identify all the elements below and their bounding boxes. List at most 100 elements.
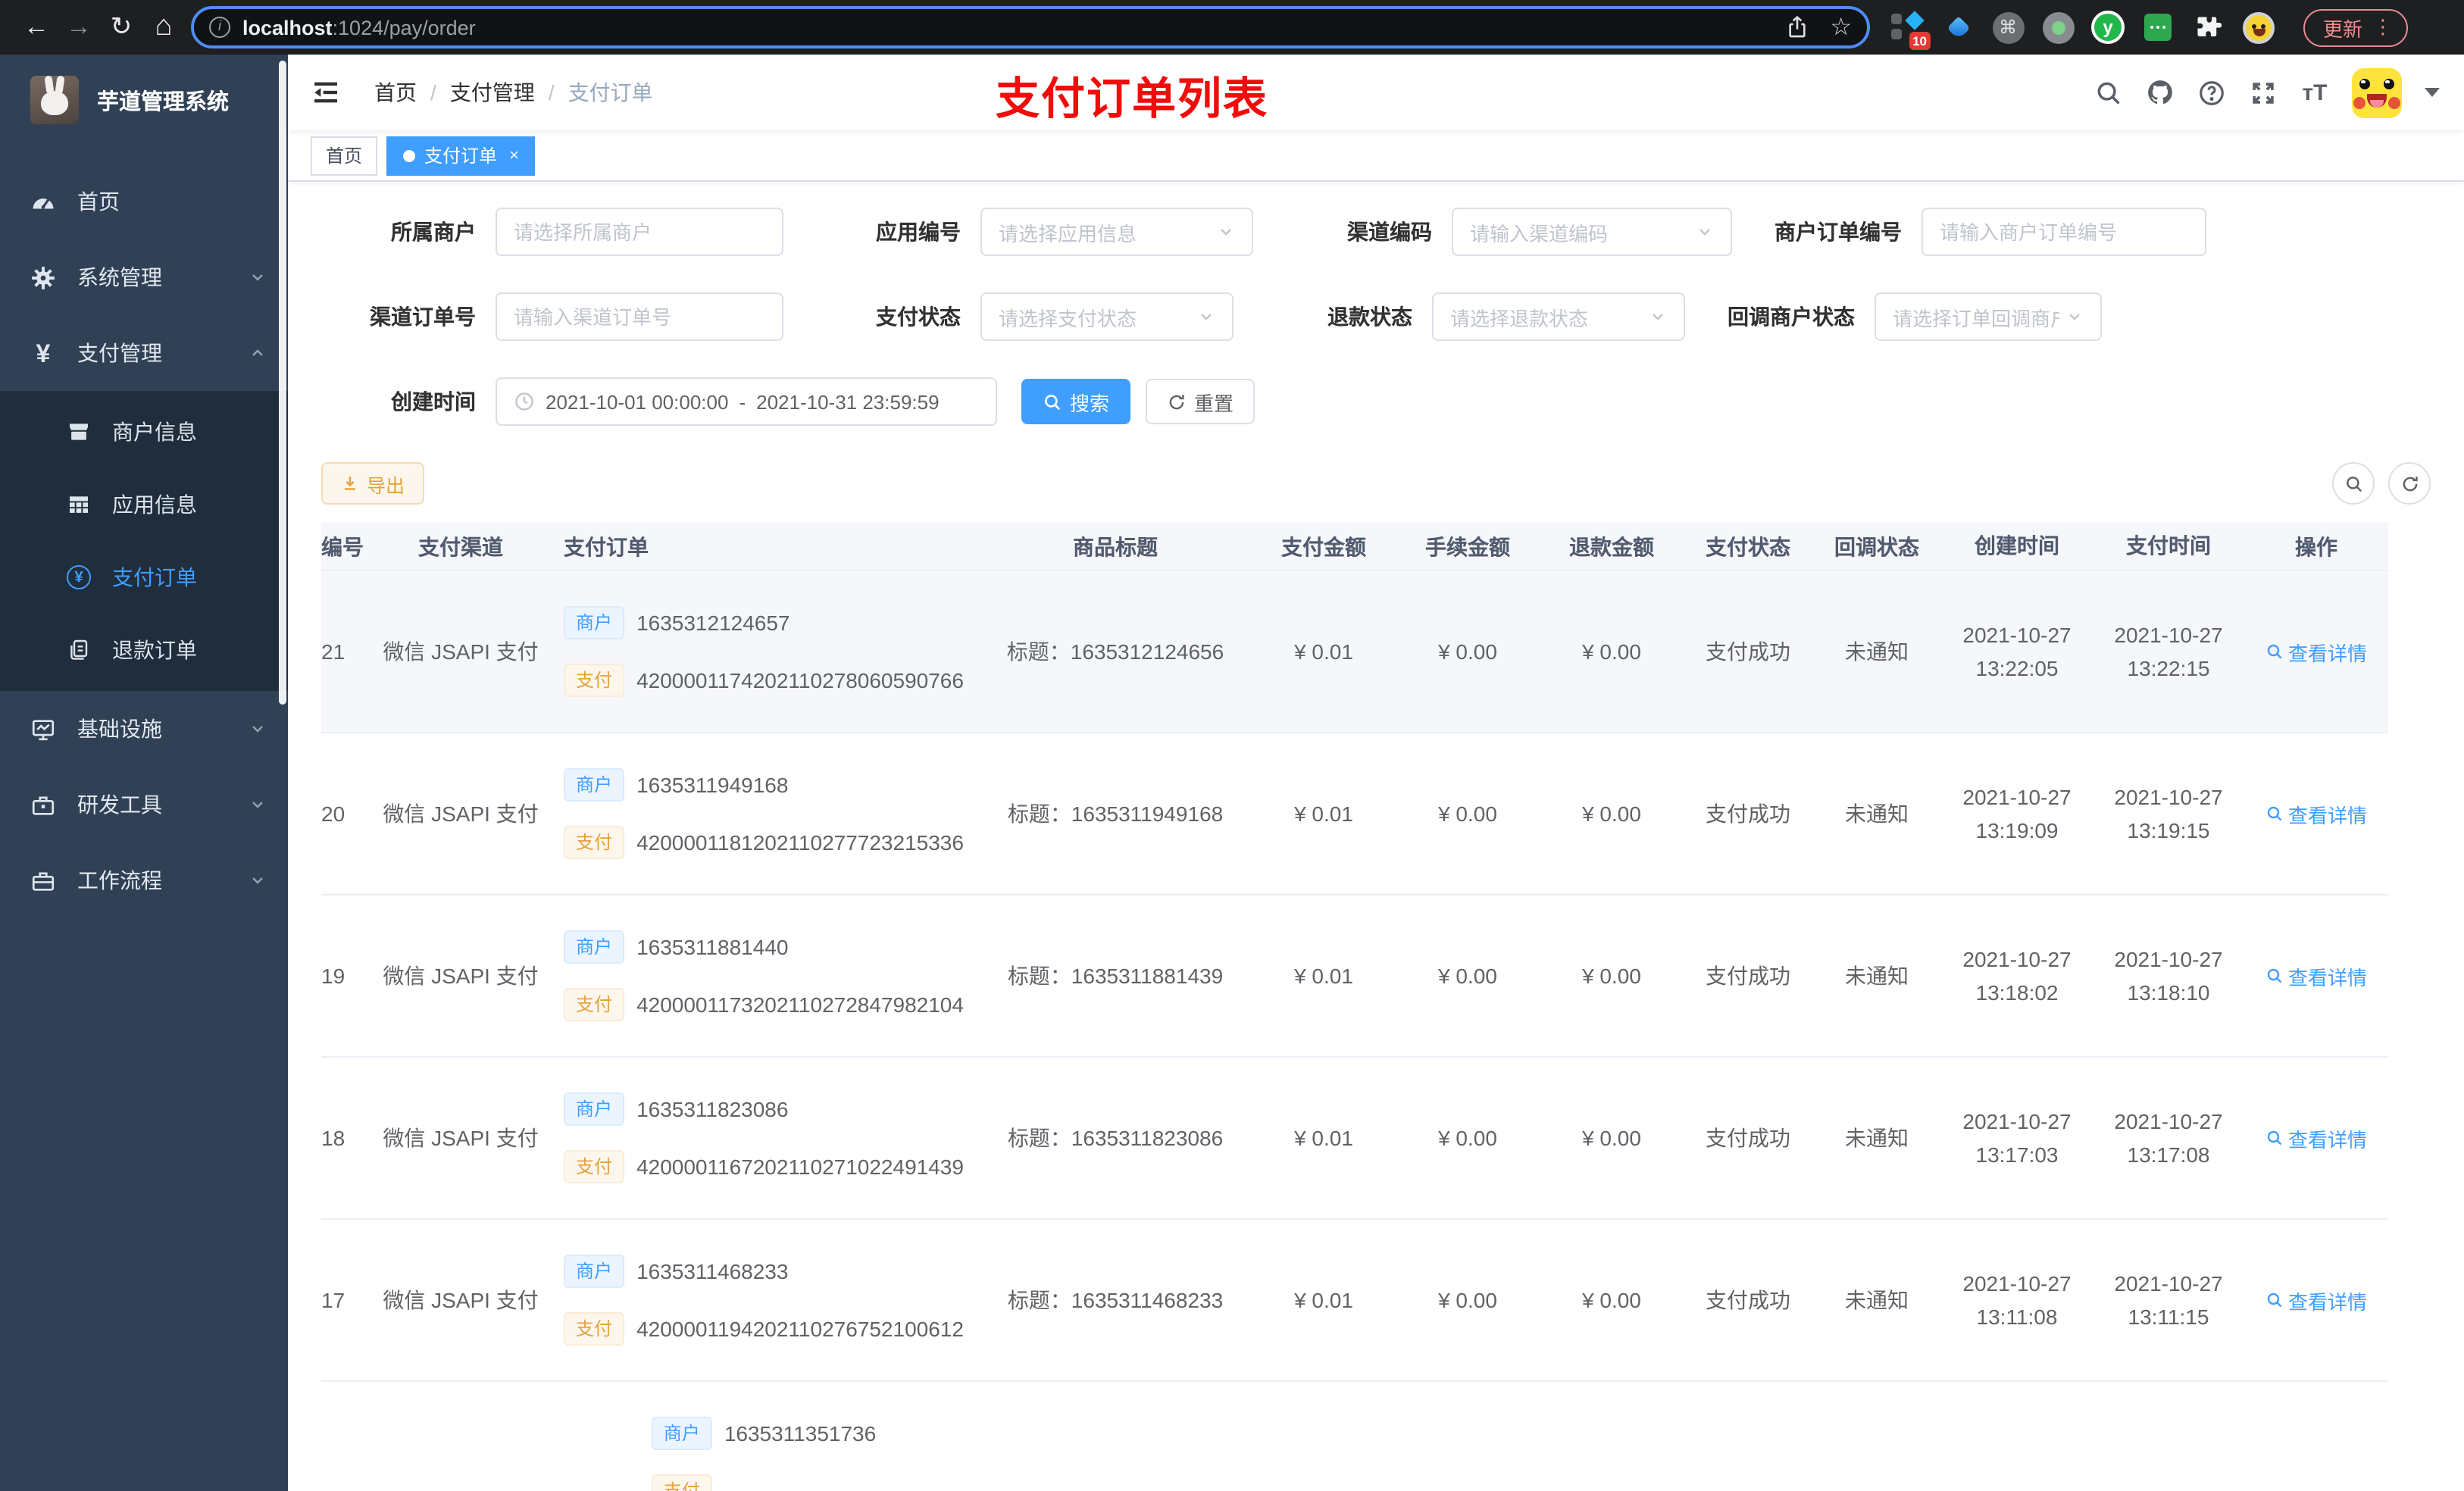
refresh-button[interactable] <box>2388 462 2431 505</box>
browser-update-button[interactable]: 更新 ⋮ <box>2303 8 2409 46</box>
create-time-range-picker[interactable]: 2021-10-01 00:00:00 - 2021-10-31 23:59:5… <box>496 377 997 426</box>
cell-notify-status: 未通知 <box>1845 964 1909 988</box>
filter-label-create-time: 创建时间 <box>391 389 476 414</box>
menu-fold-icon[interactable] <box>311 77 341 108</box>
create-time: 13:22:05 <box>1975 656 2059 680</box>
merchant-order-no-field[interactable] <box>1921 208 2206 256</box>
col-title: 商品标题 <box>1073 534 1158 558</box>
tab-pay-order[interactable]: 支付订单 × <box>386 136 536 175</box>
app-select[interactable]: 请选择应用信息 <box>980 208 1253 256</box>
extension-chat-icon[interactable] <box>2141 11 2175 44</box>
notify-status-select[interactable]: 请选择订单回调商户状态 <box>1875 292 2102 341</box>
pay-order-no: 4200001181202110277723215336 <box>636 830 964 855</box>
extension-y-icon[interactable]: y <box>2091 11 2125 44</box>
col-pay-order: 支付订单 <box>564 534 649 558</box>
table-row: 21 微信 JSAPI 支付 商户 1635312124657 支付 4200001… <box>321 571 2388 733</box>
cell-amount: ¥ 0.01 <box>1294 1288 1353 1312</box>
cell-refund: ¥ 0.00 <box>1582 639 1641 664</box>
merchant-select[interactable] <box>496 208 783 256</box>
pay-status-select[interactable]: 请选择支付状态 <box>980 292 1234 341</box>
bookmark-star-icon[interactable]: ☆ <box>1830 12 1852 42</box>
sidebar-item-system[interactable]: 系统管理 <box>0 239 288 315</box>
reset-button[interactable]: 重置 <box>1146 379 1255 424</box>
merchant-order-no-input[interactable] <box>1940 220 2188 243</box>
sidebar-item-infra[interactable]: 基础设施 <box>0 691 288 767</box>
sidebar-scrollbar[interactable] <box>279 61 286 705</box>
extensions-puzzle-icon[interactable] <box>2191 11 2225 44</box>
date-range-start: 2021-10-01 00:00:00 <box>546 390 729 413</box>
cell-pay-status: 支付成功 <box>1706 1126 1790 1150</box>
active-dot <box>403 149 416 161</box>
page-content: 所属商户 应用编号 请选择应用信息 渠道编码 请输入渠道编码 商户订单编号 渠道… <box>288 182 2464 1491</box>
create-date: 2021-10-27 <box>1962 946 2072 971</box>
channel-order-no-input[interactable] <box>514 305 765 328</box>
tab-home[interactable]: 首页 <box>311 136 378 175</box>
fullscreen-icon[interactable] <box>2249 78 2278 107</box>
pay-time: 13:22:15 <box>2127 656 2210 680</box>
refund-status-select[interactable]: 请选择退款状态 <box>1432 292 1685 341</box>
toolbox-icon <box>30 792 56 817</box>
url-text: localhost:1024/pay/order <box>242 16 476 39</box>
create-time: 13:17:03 <box>1975 1142 2059 1167</box>
col-notify-status: 回调状态 <box>1834 534 1919 558</box>
clock-icon <box>514 391 535 412</box>
font-size-icon[interactable]: тT <box>2300 78 2329 107</box>
view-detail-link[interactable]: 查看详情 <box>2265 961 2367 990</box>
search-icon[interactable] <box>2094 78 2123 107</box>
extension-command-icon[interactable]: ⌘ <box>1991 11 2025 44</box>
extension-raycast-icon[interactable]: 10 <box>1891 11 1931 50</box>
date-range-separator: - <box>739 390 746 413</box>
tab-close-icon[interactable]: × <box>509 146 519 164</box>
share-icon[interactable] <box>1784 15 1809 39</box>
channel-order-no-field[interactable] <box>496 292 783 341</box>
reload-icon[interactable]: ↻ <box>100 12 142 42</box>
view-detail-link[interactable]: 查看详情 <box>2265 1286 2367 1314</box>
extension-kite-icon[interactable] <box>1941 11 1975 44</box>
sidebar-item-home[interactable]: 首页 <box>0 164 288 239</box>
breadcrumb-home[interactable]: 首页 <box>374 77 417 108</box>
search-button-label: 搜索 <box>1070 392 1110 414</box>
site-info-icon[interactable]: i <box>209 17 230 38</box>
avatar[interactable] <box>2352 67 2402 117</box>
pay-order-no: 4200001173202110272847982104 <box>636 992 964 1017</box>
forward-icon[interactable]: → <box>58 12 100 42</box>
cell-fee: ¥ 0.00 <box>1438 639 1497 664</box>
export-button[interactable]: 导出 <box>321 462 425 505</box>
chevron-down-icon <box>2065 308 2084 326</box>
view-detail-link[interactable]: 查看详情 <box>2265 637 2367 666</box>
sidebar-item-merchant-info[interactable]: 商户信息 <box>0 395 288 468</box>
merchant-tag: 商户 <box>564 1255 625 1288</box>
cell-pay-status: 支付成功 <box>1706 964 1790 988</box>
cell-title: 标题：1635311823086 <box>1007 1126 1224 1150</box>
sidebar-item-pay[interactable]: ¥ 支付管理 <box>0 315 288 391</box>
home-icon[interactable]: ⌂ <box>142 11 185 44</box>
logo-row[interactable]: 芋道管理系统 <box>0 55 288 145</box>
address-bar[interactable]: i localhost:1024/pay/order ☆ <box>191 6 1870 48</box>
pay-time: 13:19:15 <box>2127 818 2210 842</box>
sidebar-item-devtools[interactable]: 研发工具 <box>0 767 288 842</box>
merchant-input[interactable] <box>514 220 765 243</box>
breadcrumb-pay[interactable]: 支付管理 <box>450 77 535 108</box>
sidebar-item-app-info[interactable]: 应用信息 <box>0 468 288 541</box>
extensions-row: 10 ⌘ y 更新 ⋮ <box>1891 8 2409 50</box>
search-button[interactable]: 搜索 <box>1021 379 1131 424</box>
caret-down-icon[interactable] <box>2425 88 2440 97</box>
back-icon[interactable]: ← <box>15 12 58 42</box>
sidebar-item-pay-order[interactable]: ¥ 支付订单 <box>0 541 288 614</box>
extension-record-icon[interactable] <box>2041 11 2075 44</box>
help-icon[interactable] <box>2197 78 2226 107</box>
browser-chrome: ← → ↻ ⌂ i localhost:1024/pay/order ☆ 10 … <box>0 0 2464 55</box>
merchant-order-no: 1635312124657 <box>636 611 790 635</box>
channel-code-select[interactable]: 请输入渠道编码 <box>1452 208 1732 256</box>
toggle-search-button[interactable] <box>2332 462 2375 505</box>
sidebar-item-refund-order[interactable]: 退款订单 <box>0 614 288 686</box>
sidebar-item-workflow[interactable]: 工作流程 <box>0 842 288 918</box>
github-icon[interactable] <box>2146 78 2175 107</box>
browser-menu-icon[interactable]: ⋮ <box>2373 15 2393 39</box>
extension-emoji-icon[interactable] <box>2241 11 2275 44</box>
tags-view-bar: 首页 支付订单 × <box>288 130 2464 182</box>
view-detail-link[interactable]: 查看详情 <box>2265 1124 2367 1152</box>
pay-date: 2021-10-27 <box>2114 1108 2223 1133</box>
view-detail-link[interactable]: 查看详情 <box>2265 799 2367 828</box>
briefcase-icon <box>30 867 56 893</box>
